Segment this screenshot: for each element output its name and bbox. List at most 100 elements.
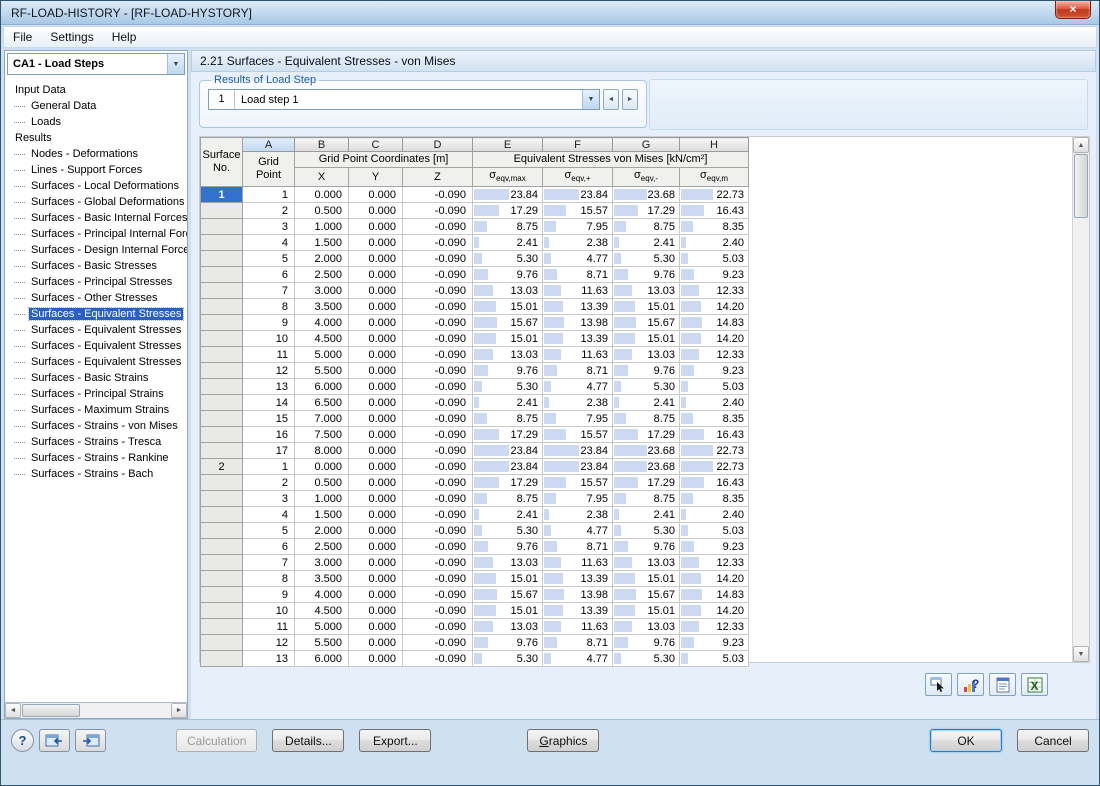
- stress-cell[interactable]: 2.38: [543, 235, 613, 251]
- tree-item[interactable]: Surfaces - Strains - Rankine: [5, 450, 187, 466]
- pick-grid-point-button[interactable]: [925, 673, 952, 696]
- grid-point-cell[interactable]: 6: [243, 539, 295, 555]
- surface-no-cell[interactable]: [201, 363, 243, 379]
- coord-cell[interactable]: 0.000: [349, 267, 403, 283]
- stress-cell[interactable]: 17.29: [473, 427, 543, 443]
- stress-cell[interactable]: 14.20: [680, 571, 749, 587]
- coord-cell[interactable]: 0.000: [349, 539, 403, 555]
- grid-point-cell[interactable]: 6: [243, 267, 295, 283]
- stress-cell[interactable]: 5.03: [680, 379, 749, 395]
- coord-cell[interactable]: 3.500: [295, 299, 349, 315]
- stress-info-button[interactable]: ?: [957, 673, 984, 696]
- coord-cell[interactable]: 0.000: [349, 299, 403, 315]
- stress-cell[interactable]: 13.98: [543, 587, 613, 603]
- coord-cell[interactable]: -0.090: [403, 203, 473, 219]
- coord-cell[interactable]: -0.090: [403, 427, 473, 443]
- coord-cell[interactable]: -0.090: [403, 267, 473, 283]
- stress-cell[interactable]: 12.33: [680, 619, 749, 635]
- surface-no-cell[interactable]: [201, 539, 243, 555]
- surface-no-cell[interactable]: [201, 283, 243, 299]
- coord-cell[interactable]: 0.000: [349, 603, 403, 619]
- coord-cell[interactable]: 5.000: [295, 347, 349, 363]
- stress-cell[interactable]: 2.41: [613, 507, 680, 523]
- coord-cell[interactable]: 2.000: [295, 523, 349, 539]
- stress-cell[interactable]: 8.35: [680, 491, 749, 507]
- coord-cell[interactable]: 5.500: [295, 635, 349, 651]
- navigator-hscrollbar[interactable]: ◄ ►: [5, 702, 187, 718]
- grid-point-cell[interactable]: 2: [243, 203, 295, 219]
- coord-cell[interactable]: -0.090: [403, 219, 473, 235]
- stress-cell[interactable]: 11.63: [543, 347, 613, 363]
- stress-cell[interactable]: 17.29: [613, 427, 680, 443]
- stress-cell[interactable]: 5.03: [680, 651, 749, 667]
- tree-item[interactable]: Results: [5, 130, 187, 146]
- tree-item[interactable]: Surfaces - Strains - von Mises: [5, 418, 187, 434]
- grid-point-cell[interactable]: 1: [243, 187, 295, 203]
- stress-cell[interactable]: 22.73: [680, 459, 749, 475]
- coord-cell[interactable]: 1.000: [295, 219, 349, 235]
- stress-cell[interactable]: 5.30: [613, 523, 680, 539]
- stress-cell[interactable]: 5.30: [613, 651, 680, 667]
- menu-help[interactable]: Help: [103, 27, 146, 47]
- coord-cell[interactable]: 4.000: [295, 315, 349, 331]
- prev-table-button[interactable]: [39, 729, 70, 752]
- stress-cell[interactable]: 2.38: [543, 395, 613, 411]
- stress-cell[interactable]: 5.30: [473, 523, 543, 539]
- tree-item[interactable]: Surfaces - Equivalent Stresses: [5, 322, 187, 338]
- grid-point-cell[interactable]: 8: [243, 571, 295, 587]
- scroll-left-button[interactable]: ◄: [5, 703, 21, 718]
- tree-item[interactable]: Surfaces - Principal Internal Forces: [5, 226, 187, 242]
- tree-item[interactable]: Surfaces - Basic Stresses: [5, 258, 187, 274]
- stress-cell[interactable]: 9.76: [473, 635, 543, 651]
- column-letter-D[interactable]: D: [403, 138, 473, 152]
- coord-cell[interactable]: 7.500: [295, 427, 349, 443]
- stress-cell[interactable]: 11.63: [543, 283, 613, 299]
- surface-no-cell[interactable]: [201, 443, 243, 459]
- coord-cell[interactable]: 6.000: [295, 379, 349, 395]
- stress-cell[interactable]: 2.40: [680, 395, 749, 411]
- grid-point-cell[interactable]: 11: [243, 619, 295, 635]
- surface-no-cell[interactable]: [201, 395, 243, 411]
- coord-cell[interactable]: -0.090: [403, 571, 473, 587]
- grid-point-cell[interactable]: 14: [243, 395, 295, 411]
- coord-cell[interactable]: -0.090: [403, 443, 473, 459]
- stress-cell[interactable]: 7.95: [543, 219, 613, 235]
- stress-cell[interactable]: 14.20: [680, 331, 749, 347]
- surface-no-cell[interactable]: [201, 203, 243, 219]
- stress-cell[interactable]: 12.33: [680, 283, 749, 299]
- coord-cell[interactable]: -0.090: [403, 651, 473, 667]
- stress-cell[interactable]: 8.75: [473, 219, 543, 235]
- stress-cell[interactable]: 9.23: [680, 539, 749, 555]
- coord-cell[interactable]: -0.090: [403, 395, 473, 411]
- grid-point-cell[interactable]: 9: [243, 587, 295, 603]
- coord-cell[interactable]: 0.000: [349, 235, 403, 251]
- grid-point-cell[interactable]: 15: [243, 411, 295, 427]
- stress-cell[interactable]: 12.33: [680, 347, 749, 363]
- coord-cell[interactable]: 0.000: [349, 571, 403, 587]
- stress-cell[interactable]: 15.67: [613, 315, 680, 331]
- cancel-button[interactable]: Cancel: [1017, 729, 1089, 752]
- stress-cell[interactable]: 8.35: [680, 219, 749, 235]
- coord-cell[interactable]: -0.090: [403, 459, 473, 475]
- menu-file[interactable]: File: [4, 27, 41, 47]
- stress-cell[interactable]: 13.03: [613, 347, 680, 363]
- coord-cell[interactable]: 0.000: [349, 395, 403, 411]
- stress-cell[interactable]: 15.67: [613, 587, 680, 603]
- scroll-right-button[interactable]: ►: [171, 703, 187, 718]
- tree-item[interactable]: Surfaces - Principal Strains: [5, 386, 187, 402]
- stress-cell[interactable]: 8.71: [543, 539, 613, 555]
- surface-no-cell[interactable]: 2: [201, 459, 243, 475]
- stress-cell[interactable]: 15.57: [543, 203, 613, 219]
- coord-cell[interactable]: 0.000: [349, 251, 403, 267]
- stress-cell[interactable]: 13.03: [473, 555, 543, 571]
- surface-no-cell[interactable]: [201, 315, 243, 331]
- column-letter-C[interactable]: C: [349, 138, 403, 152]
- tree-item[interactable]: Input Data: [5, 82, 187, 98]
- grid-point-cell[interactable]: 10: [243, 603, 295, 619]
- stress-cell[interactable]: 23.84: [543, 443, 613, 459]
- coord-cell[interactable]: 0.000: [349, 507, 403, 523]
- stress-cell[interactable]: 16.43: [680, 203, 749, 219]
- column-letter-H[interactable]: H: [680, 138, 749, 152]
- stress-cell[interactable]: 5.30: [613, 251, 680, 267]
- surface-no-cell[interactable]: [201, 523, 243, 539]
